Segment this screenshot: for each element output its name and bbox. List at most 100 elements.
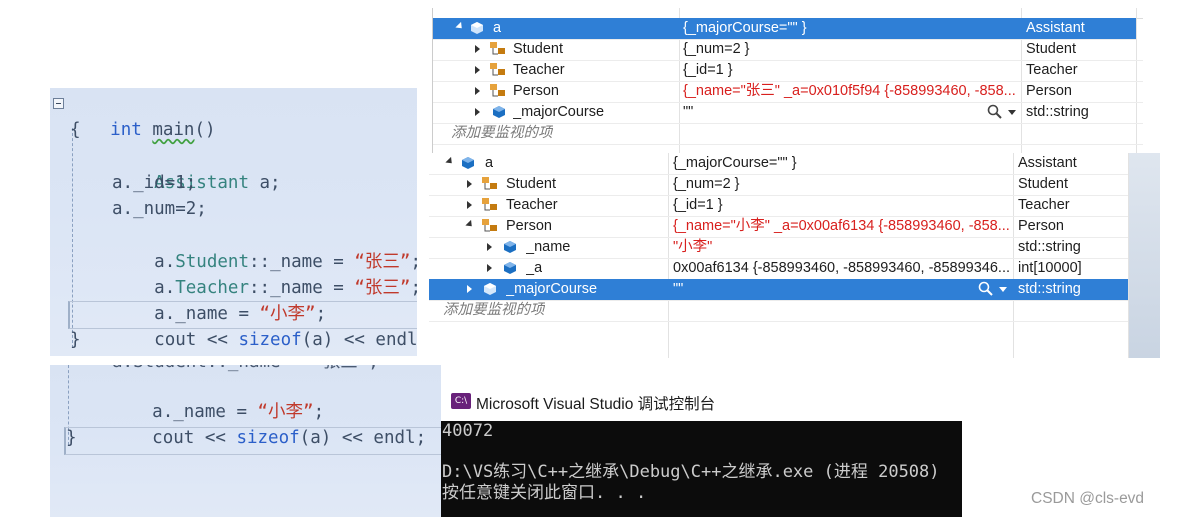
watch-row-array[interactable]: _a 0x00af6134 {-858993460, -858993460, -… <box>429 258 1128 280</box>
base-class-icon <box>482 198 497 211</box>
watch-type: std::string <box>1026 104 1089 120</box>
code-line-cout: cout << sizeof(a) << endl; <box>110 399 426 448</box>
watch-type: Student <box>1018 176 1068 192</box>
code-line-declaration: Assistant a; <box>112 144 280 193</box>
expand-arrow-icon[interactable] <box>475 66 480 74</box>
field-icon <box>484 283 496 295</box>
code-line-assign-teacher-name: a.Teacher::_name = “张三”; <box>112 249 417 298</box>
watch-window-bottom[interactable]: a {_majorCourse="" } Assistant Student {… <box>429 153 1160 358</box>
debug-console-window[interactable]: C:\ Microsoft Visual Studio 调试控制台 40072 … <box>441 381 962 517</box>
code-token: a; <box>248 173 281 193</box>
chevron-down-icon[interactable] <box>999 287 1007 292</box>
base-class-icon <box>490 84 505 97</box>
function-name: main <box>152 120 195 140</box>
expand-arrow-icon[interactable] <box>467 285 472 293</box>
code-token: cout << <box>152 428 237 448</box>
watch-type: Teacher <box>1026 62 1078 78</box>
code-editor-top[interactable]: int main() { Assistant a; a._id=1; a._nu… <box>50 88 417 356</box>
watch-name: Teacher <box>506 197 558 213</box>
watch-type: Assistant <box>1026 20 1085 36</box>
watch-name: Person <box>513 83 559 99</box>
code-line-assign-student-name: a.Student::_name = “张三”; <box>112 223 417 272</box>
code-line-open-brace: { <box>70 120 81 140</box>
console-title-bar[interactable]: C:\ Microsoft Visual Studio 调试控制台 <box>441 381 962 421</box>
watermark: CSDN @cls-evd <box>1031 490 1145 507</box>
expand-arrow-icon[interactable] <box>487 243 492 251</box>
keyword: sizeof <box>236 428 300 448</box>
field-icon <box>504 262 516 274</box>
watch-name: _a <box>526 260 543 276</box>
base-class-icon <box>482 177 497 190</box>
watch-value: "" <box>683 104 694 120</box>
console-line: 按任意键关闭此窗口. . . <box>442 483 647 503</box>
add-watch-row[interactable]: 添加要监视的项 <box>433 123 1143 145</box>
watch-row-student[interactable]: Student {_num=2 } Student <box>433 39 1143 61</box>
watch-type: Person <box>1026 83 1072 99</box>
console-line: D:\VS练习\C++之继承\Debug\C++之继承.exe (进程 2050… <box>442 462 940 482</box>
code-token: (a) << endl; <box>299 428 427 448</box>
expand-arrow-icon[interactable] <box>445 156 455 167</box>
expand-arrow-icon[interactable] <box>475 45 480 53</box>
expand-arrow-icon[interactable] <box>467 201 472 209</box>
watch-value: {_num=2 } <box>683 41 750 57</box>
expand-arrow-icon[interactable] <box>475 87 480 95</box>
watch-value: {_num=2 } <box>673 176 740 192</box>
code-line-assign-id: a._id=1; <box>112 173 197 193</box>
watch-value: "小李" <box>673 239 713 255</box>
watch-type: Student <box>1026 41 1076 57</box>
watch-row-person[interactable]: Person {_name="张三" _a=0x010f5f94 {-85899… <box>433 81 1143 103</box>
add-watch-placeholder[interactable]: 添加要监视的项 <box>443 300 545 321</box>
expand-arrow-icon[interactable] <box>487 264 492 272</box>
console-output[interactable]: 40072 D:\VS练习\C++之继承\Debug\C++之继承.exe (进… <box>441 421 962 517</box>
chevron-down-icon[interactable] <box>1008 110 1016 115</box>
console-app-icon: C:\ <box>451 393 471 409</box>
watch-window-top[interactable]: a {_majorCourse="" } Assistant Student {… <box>432 8 1143 155</box>
expand-arrow-icon[interactable] <box>465 219 475 230</box>
watch-name: Person <box>506 218 552 234</box>
watch-name: _majorCourse <box>506 281 598 297</box>
expand-arrow-icon[interactable] <box>467 180 472 188</box>
watch-row-teacher[interactable]: Teacher {_id=1 } Teacher <box>433 60 1143 82</box>
watch-row-a[interactable]: a {_majorCourse="" } Assistant <box>429 153 1128 175</box>
watch-type: std::string <box>1018 239 1081 255</box>
base-class-icon <box>490 63 505 76</box>
magnifier-icon[interactable] <box>978 281 994 297</box>
expand-arrow-icon[interactable] <box>455 21 465 32</box>
watch-row-student[interactable]: Student {_num=2 } Student <box>429 174 1128 196</box>
watch-name: _name <box>526 239 571 255</box>
watch-row-a[interactable]: a {_majorCourse="" } Assistant <box>433 18 1136 40</box>
watch-name: Teacher <box>513 62 565 78</box>
collapse-toggle-icon[interactable] <box>53 98 64 109</box>
watch-value: "" <box>673 281 684 297</box>
code-editor-bottom[interactable]: a.Student::_name = “张三”; a._name = “小李”;… <box>50 365 441 517</box>
code-token: () <box>194 120 216 140</box>
watch-type: std::string <box>1018 281 1081 297</box>
watch-name: a <box>493 20 502 36</box>
watch-row-majorcourse[interactable]: _majorCourse "" std::string <box>433 102 1143 124</box>
magnifier-icon[interactable] <box>987 104 1003 120</box>
code-token: cout << <box>154 330 239 350</box>
expand-arrow-icon[interactable] <box>475 108 480 116</box>
console-line: 40072 <box>442 421 494 441</box>
watch-row-majorcourse[interactable]: _majorCourse "" std::string <box>429 279 1128 301</box>
watch-value: {_name="小李" _a=0x00af6134 {-858993460, -… <box>673 218 1010 234</box>
watch-row-person[interactable]: Person {_name="小李" _a=0x00af6134 {-85899… <box>429 216 1128 238</box>
code-line-assign-num: a._num=2; <box>112 199 207 219</box>
watch-type: int[10000] <box>1018 260 1082 276</box>
keyword: sizeof <box>238 330 302 350</box>
watch-type: Person <box>1018 218 1064 234</box>
watch-row-name[interactable]: _name "小李" std::string <box>429 237 1128 259</box>
code-line-main-signature: int main() <box>68 91 215 140</box>
field-icon <box>471 22 483 34</box>
base-class-icon <box>482 219 497 232</box>
watch-value: {_id=1 } <box>683 62 733 78</box>
watch-name: Student <box>513 41 563 57</box>
add-watch-placeholder[interactable]: 添加要监视的项 <box>451 123 553 144</box>
watch-row-teacher[interactable]: Teacher {_id=1 } Teacher <box>429 195 1128 217</box>
add-watch-row[interactable]: 添加要监视的项 <box>429 300 1128 322</box>
window-edge <box>1129 153 1160 358</box>
string-literal: “张三” <box>354 278 411 298</box>
watch-value: {_name="张三" _a=0x010f5f94 {-858993460, -… <box>683 83 1016 99</box>
watch-value: {_majorCourse="" } <box>683 20 807 36</box>
code-line-close-brace: } <box>70 330 81 350</box>
